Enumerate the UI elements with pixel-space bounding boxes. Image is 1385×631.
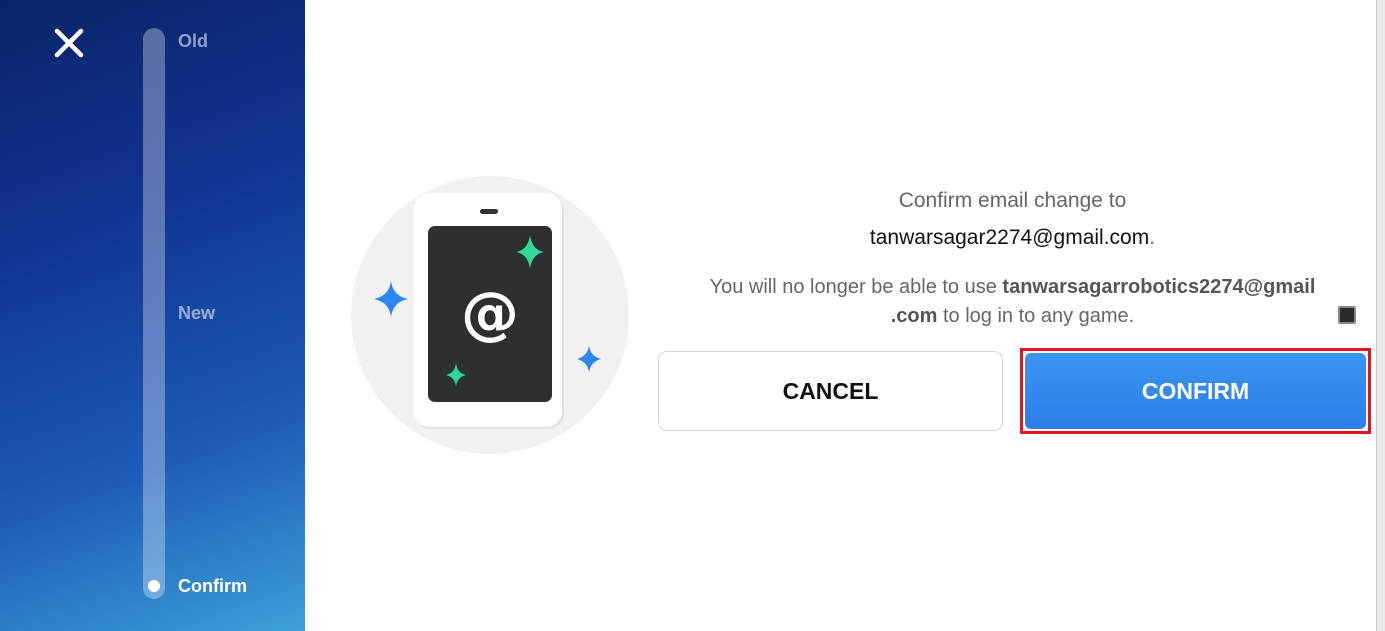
confirm-prompt-text: Confirm email change to xyxy=(898,189,1127,212)
warning-text: You will no longer be able to use tanwar… xyxy=(660,273,1365,331)
window-edge xyxy=(1377,0,1385,631)
window-resize-icon xyxy=(1338,306,1356,324)
close-button[interactable] xyxy=(48,22,90,64)
progress-track xyxy=(143,28,165,599)
step-label-old: Old xyxy=(178,31,208,51)
phone-email-icon: @ xyxy=(351,176,629,454)
progress-indicator-dot xyxy=(148,580,160,592)
email-period: . xyxy=(1149,226,1156,249)
step-label-new: New xyxy=(178,303,216,323)
warning-suffix: to log in to any game. xyxy=(937,305,1135,327)
confirm-button[interactable]: CONFIRM xyxy=(1025,353,1366,429)
progress-sidebar: Old New Confirm xyxy=(0,0,305,631)
step-label-confirm: Confirm xyxy=(178,576,247,596)
warning-prefix: You will no longer be able to use xyxy=(709,276,1003,298)
old-email-part1: tanwarsagarrobotics2274@gmail xyxy=(1002,276,1316,298)
at-symbol: @ xyxy=(461,279,519,347)
phone-email-illustration: @ xyxy=(350,175,630,455)
close-icon xyxy=(54,28,84,58)
cancel-button[interactable]: CANCEL xyxy=(658,351,1003,431)
old-email-part2: .com xyxy=(890,305,938,327)
new-email-line: tanwarsagar2274@gmail.com. xyxy=(660,226,1365,250)
new-email: tanwarsagar2274@gmail.com xyxy=(869,226,1150,249)
